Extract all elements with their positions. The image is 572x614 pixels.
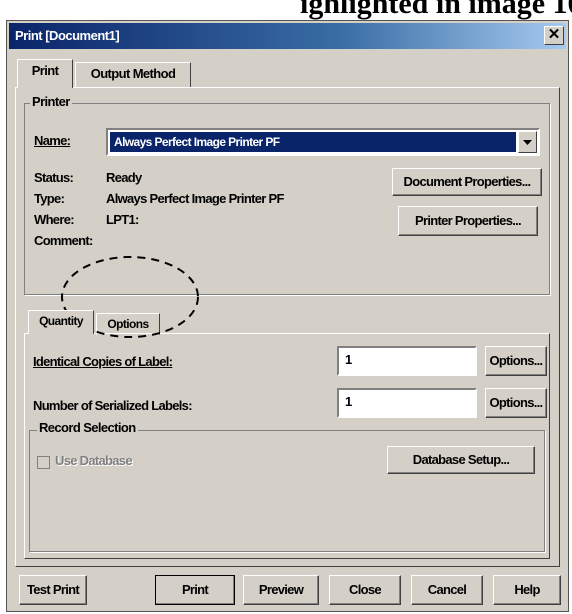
tab-print[interactable]: Print bbox=[17, 59, 73, 88]
highlight-ellipse bbox=[61, 256, 199, 338]
tab-quantity[interactable]: Quantity bbox=[28, 310, 94, 334]
